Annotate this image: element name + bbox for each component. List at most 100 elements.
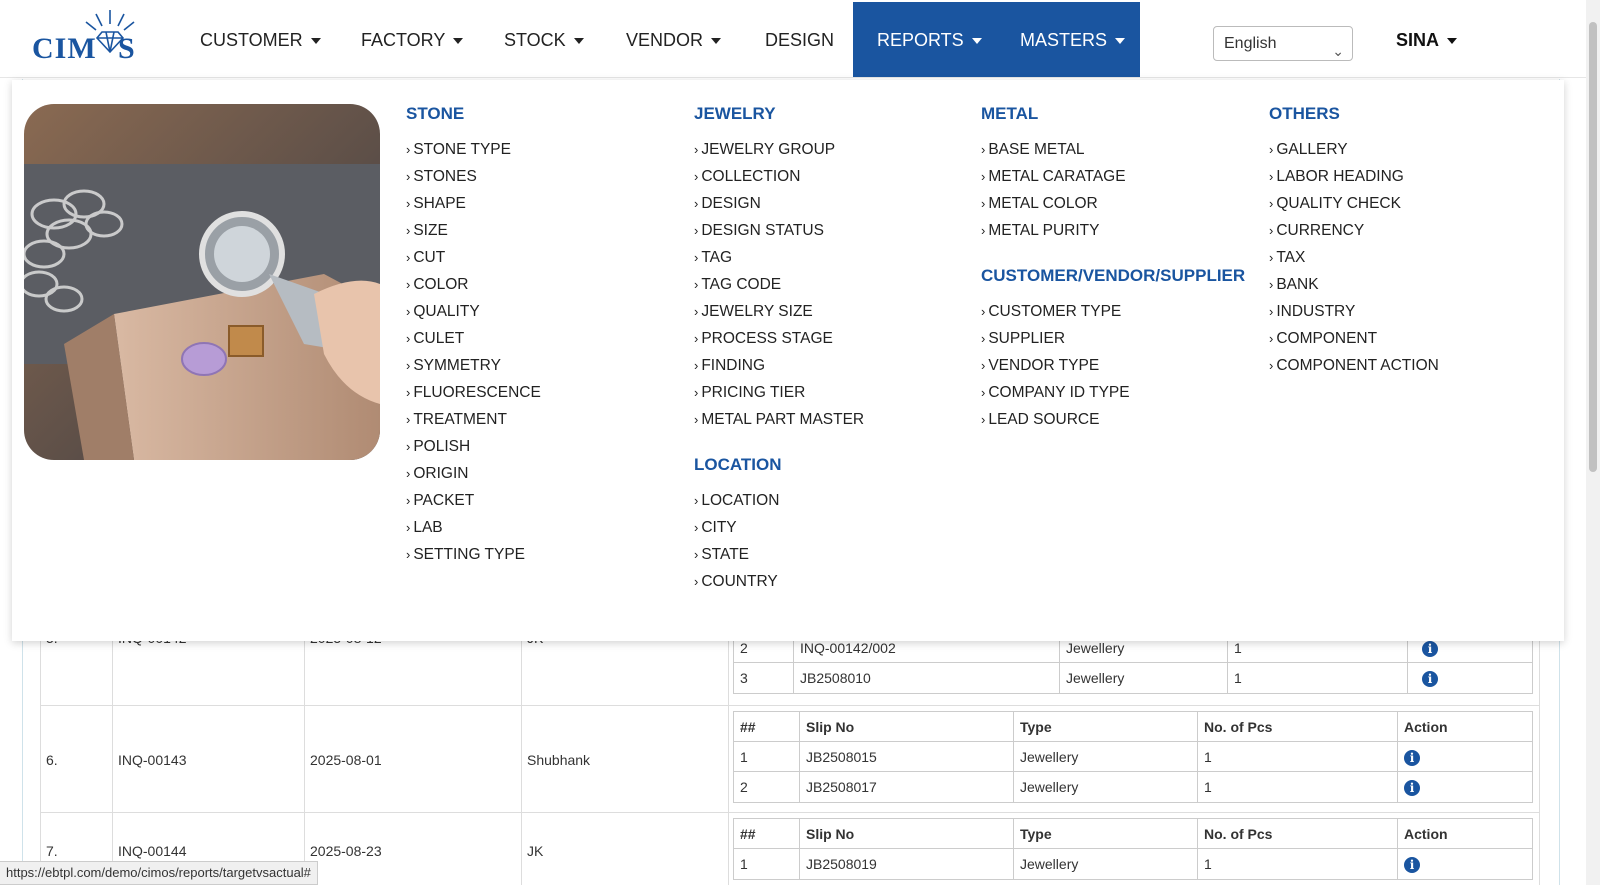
chevron-right-icon: ›	[981, 385, 986, 400]
menu-item[interactable]: › SUPPLIER	[981, 325, 1245, 352]
slip-action: i	[1398, 772, 1532, 802]
chevron-right-icon: ›	[694, 547, 699, 562]
menu-item[interactable]: › CUT	[406, 244, 541, 271]
menu-item[interactable]: › DESIGN STATUS	[694, 217, 864, 244]
menu-item[interactable]: › METAL PURITY	[981, 217, 1245, 244]
menu-item-label: PACKET	[413, 492, 475, 509]
scrollbar-thumb[interactable]	[1589, 22, 1597, 472]
menu-item[interactable]: › STONE TYPE	[406, 136, 541, 163]
menu-item[interactable]: › STATE	[694, 541, 864, 568]
menu-heading-customer-vendor-supplier: CUSTOMER/VENDOR/SUPPLIER	[981, 266, 1246, 285]
menu-item-label: COUNTRY	[701, 573, 778, 590]
page-scrollbar[interactable]	[1586, 0, 1600, 885]
chevron-right-icon: ›	[406, 169, 411, 184]
menu-item[interactable]: › METAL PART MASTER	[694, 406, 864, 433]
menu-item[interactable]: › LABOR HEADING	[1269, 163, 1439, 190]
menu-item[interactable]: › POLISH	[406, 433, 541, 460]
cimos-logo[interactable]: CIM S	[30, 6, 142, 65]
menu-item-label: FINDING	[701, 357, 766, 374]
menu-item[interactable]: › LEAD SOURCE	[981, 406, 1245, 433]
chevron-right-icon: ›	[694, 574, 699, 589]
info-icon[interactable]: i	[1422, 671, 1438, 688]
menu-item[interactable]: › STONES	[406, 163, 541, 190]
menu-item[interactable]: › METAL COLOR	[981, 190, 1245, 217]
menu-item[interactable]: › PROCESS STAGE	[694, 325, 864, 352]
nav-vendor[interactable]: VENDOR	[626, 0, 722, 77]
menu-item[interactable]: › PACKET	[406, 487, 541, 514]
nav-customer[interactable]: CUSTOMER	[200, 0, 321, 77]
menu-item[interactable]: › CITY	[694, 514, 864, 541]
menu-item[interactable]: › COLLECTION	[694, 163, 864, 190]
header-slip-no: Slip No	[800, 712, 1014, 742]
slip-pcs: 1	[1198, 742, 1398, 772]
menu-item[interactable]: › LAB	[406, 514, 541, 541]
slip-type: Jewellery	[1014, 849, 1198, 879]
nav-customer-label: CUSTOMER	[200, 30, 303, 50]
menu-item[interactable]: › ORIGIN	[406, 460, 541, 487]
menu-item[interactable]: › BASE METAL	[981, 136, 1245, 163]
menu-item[interactable]: › TREATMENT	[406, 406, 541, 433]
menu-item[interactable]: › SETTING TYPE	[406, 541, 541, 568]
menu-item[interactable]: › JEWELRY GROUP	[694, 136, 864, 163]
menu-item[interactable]: › VENDOR TYPE	[981, 352, 1245, 379]
row-customer: Shubhank	[527, 752, 591, 768]
menu-item[interactable]: › CULET	[406, 325, 541, 352]
menu-item-label: TAG CODE	[701, 276, 782, 293]
info-icon[interactable]: i	[1404, 857, 1420, 874]
menu-item[interactable]: › GALLERY	[1269, 136, 1439, 163]
user-name: SINA	[1396, 30, 1440, 50]
menu-item[interactable]: › COMPANY ID TYPE	[981, 379, 1245, 406]
menu-item[interactable]: › COUNTRY	[694, 568, 864, 595]
menu-item-label: QUALITY CHECK	[1276, 195, 1401, 212]
nav-masters[interactable]: MASTERS	[1020, 0, 1126, 77]
menu-col-metal: METAL › BASE METAL › METAL CARATAGE › METAL C…	[981, 102, 1245, 433]
slip-sub-table: ## Slip No Type No. of Pcs Action 1 JB25…	[733, 711, 1533, 803]
menu-item[interactable]: › FLUORESCENCE	[406, 379, 541, 406]
nav-factory[interactable]: FACTORY	[361, 0, 464, 77]
menu-item[interactable]: › TAX	[1269, 244, 1439, 271]
table-col-divider	[112, 600, 113, 885]
menu-item[interactable]: › METAL CARATAGE	[981, 163, 1245, 190]
menu-item[interactable]: › LOCATION	[694, 487, 864, 514]
menu-list-customer-vendor-supplier: › CUSTOMER TYPE › SUPPLIER › VENDOR TYPE › COMP…	[981, 298, 1245, 433]
menu-item[interactable]: › SYMMETRY	[406, 352, 541, 379]
menu-item[interactable]: › FINDING	[694, 352, 864, 379]
menu-item[interactable]: › INDUSTRY	[1269, 298, 1439, 325]
menu-item[interactable]: › DESIGN	[694, 190, 864, 217]
menu-item[interactable]: › QUALITY CHECK	[1269, 190, 1439, 217]
info-icon[interactable]: i	[1422, 641, 1438, 658]
user-menu[interactable]: SINA	[1396, 0, 1458, 78]
nav-reports[interactable]: REPORTS	[877, 0, 982, 77]
menu-item-label: DESIGN	[701, 195, 761, 212]
menu-item[interactable]: › CURRENCY	[1269, 217, 1439, 244]
menu-item[interactable]: › COLOR	[406, 271, 541, 298]
menu-item[interactable]: › SHAPE	[406, 190, 541, 217]
menu-item-label: SHAPE	[413, 195, 466, 212]
table-col-divider	[1539, 600, 1540, 885]
menu-item[interactable]: › TAG CODE	[694, 271, 864, 298]
nav-design[interactable]: DESIGN	[765, 0, 834, 77]
chevron-right-icon: ›	[981, 196, 986, 211]
menu-list-others: › GALLERY › LABOR HEADING › QUALITY CHECK › CUR…	[1269, 136, 1439, 379]
menu-item-label: COMPONENT	[1276, 330, 1378, 347]
menu-item-label: COLOR	[413, 276, 469, 293]
menu-item[interactable]: › BANK	[1269, 271, 1439, 298]
sub-table-header: ## Slip No Type No. of Pcs Action	[734, 712, 1532, 742]
menu-item[interactable]: › TAG	[694, 244, 864, 271]
menu-item-label: CUT	[413, 249, 446, 266]
menu-item[interactable]: › CUSTOMER TYPE	[981, 298, 1245, 325]
menu-item[interactable]: › COMPONENT	[1269, 325, 1439, 352]
menu-item[interactable]: › QUALITY	[406, 298, 541, 325]
language-select[interactable]: English ⌄	[1213, 26, 1353, 61]
nav-stock[interactable]: STOCK	[504, 0, 584, 77]
chevron-right-icon: ›	[981, 412, 986, 427]
menu-item[interactable]: › JEWELRY SIZE	[694, 298, 864, 325]
menu-heading-jewelry: JEWELRY	[694, 104, 776, 123]
chevron-right-icon: ›	[981, 169, 986, 184]
info-icon[interactable]: i	[1404, 780, 1420, 797]
menu-item-label: LEAD SOURCE	[988, 411, 1100, 428]
menu-item[interactable]: › PRICING TIER	[694, 379, 864, 406]
menu-item[interactable]: › SIZE	[406, 217, 541, 244]
info-icon[interactable]: i	[1404, 750, 1420, 767]
menu-item[interactable]: › COMPONENT ACTION	[1269, 352, 1439, 379]
